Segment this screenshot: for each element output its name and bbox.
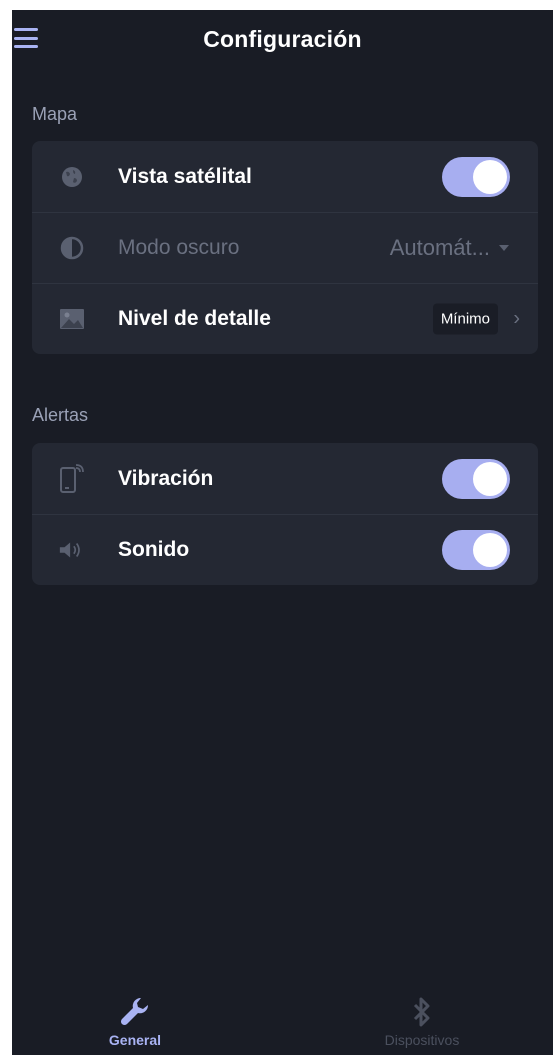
- map-settings-card: Vista satélital Modo oscuro Automát... N…: [32, 141, 538, 354]
- dark-mode-select-value: Automát...: [389, 235, 490, 260]
- sound-toggle[interactable]: [442, 530, 510, 570]
- satellite-view-row[interactable]: Vista satélital: [32, 141, 538, 212]
- nav-label-general: General: [108, 1032, 162, 1048]
- contrast-icon: [58, 234, 86, 262]
- phone-vibrate-icon: [58, 463, 86, 493]
- header: Configuración: [12, 10, 553, 70]
- sound-row[interactable]: Sonido: [32, 514, 538, 585]
- section-label-alerts: Alertas: [32, 405, 89, 425]
- nav-tab-devices[interactable]: Dispositivos: [342, 994, 502, 1048]
- vibration-label: Vibración: [118, 466, 214, 490]
- alerts-settings-card: Vibración Sonido: [32, 443, 538, 585]
- page-title: Configuración: [203, 26, 362, 52]
- detail-level-value: Mínimo: [432, 303, 498, 335]
- bluetooth-icon: [342, 994, 502, 1030]
- satellite-view-toggle[interactable]: [442, 156, 510, 197]
- satellite-view-label: Vista satélital: [118, 164, 252, 188]
- wrench-icon: [55, 994, 215, 1030]
- settings-screen: Configuración Mapa Vista satélital Modo …: [12, 10, 553, 1055]
- nav-label-devices: Dispositivos: [384, 1032, 460, 1048]
- globe-icon: [58, 163, 86, 191]
- chevron-right-icon: ›: [513, 307, 520, 330]
- dark-mode-row: Modo oscuro Automát...: [32, 212, 538, 283]
- image-icon: [58, 305, 86, 333]
- dropdown-caret-icon: [499, 245, 509, 251]
- nav-tab-general[interactable]: General: [55, 994, 215, 1048]
- speaker-icon: [58, 536, 86, 564]
- sound-label: Sonido: [118, 538, 190, 561]
- detail-level-label: Nivel de detalle: [118, 307, 271, 330]
- section-label-map: Mapa: [32, 104, 78, 124]
- vibration-toggle[interactable]: [442, 458, 510, 499]
- detail-level-row[interactable]: Nivel de detalle Mínimo ›: [32, 283, 538, 354]
- vibration-row[interactable]: Vibración: [32, 443, 538, 514]
- dark-mode-label: Modo oscuro: [118, 236, 240, 259]
- bottom-navigation: General Dispositivos: [12, 990, 553, 1055]
